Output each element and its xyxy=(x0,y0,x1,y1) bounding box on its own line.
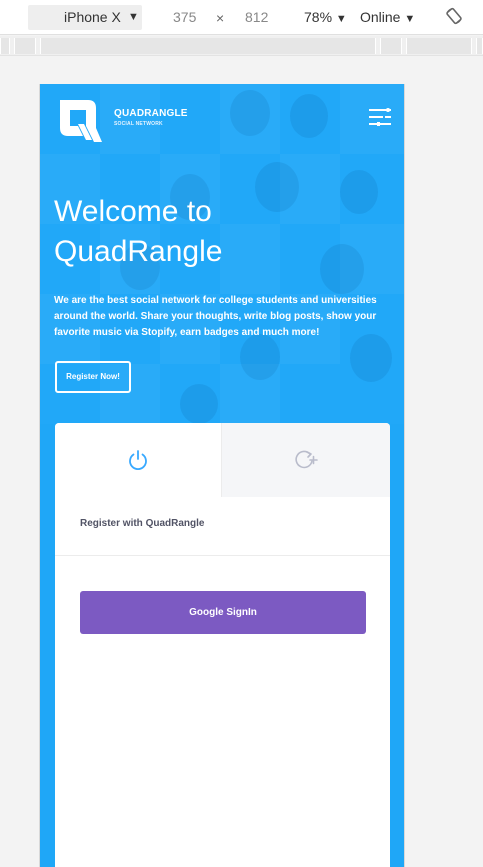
brand-name: QUADRANGLE xyxy=(114,108,188,119)
tab-register[interactable] xyxy=(222,423,390,497)
chevron-down-icon: ▼ xyxy=(404,13,416,25)
hero-title-line1: Welcome to xyxy=(54,195,212,228)
zoom-label: 78% xyxy=(304,9,333,25)
height-input[interactable]: 812 xyxy=(245,9,268,25)
device-viewport: QUADRANGLE SOCIAL NETWORK Welcome to Qua… xyxy=(39,84,405,867)
device-select[interactable]: iPhone X ▼ xyxy=(28,5,142,30)
registration-card: Register with QuadRangle Google SignIn xyxy=(55,423,390,867)
power-icon xyxy=(129,450,147,471)
card-tabs xyxy=(55,423,390,497)
device-label: iPhone X xyxy=(64,9,121,25)
chevron-down-icon: ▼ xyxy=(128,11,139,23)
google-signin-button[interactable]: Google SignIn xyxy=(80,591,366,634)
rotate-icon[interactable] xyxy=(445,7,463,25)
ruler-segment xyxy=(380,38,402,54)
brand-tagline: SOCIAL NETWORK xyxy=(114,121,163,127)
dimension-separator: × xyxy=(216,10,225,26)
devtools-toolbar: iPhone X ▼ 375 × 812 78% ▼ Online ▼ xyxy=(0,0,483,35)
media-query-ruler xyxy=(0,36,483,56)
chevron-down-icon: ▼ xyxy=(335,13,347,25)
card-heading: Register with QuadRangle xyxy=(80,518,205,529)
ruler-segment xyxy=(40,38,376,54)
ruler-segment xyxy=(14,38,36,54)
quadrangle-logo-icon[interactable] xyxy=(54,96,102,144)
ruler-segment xyxy=(0,38,10,54)
width-input[interactable]: 375 xyxy=(173,9,196,25)
refresh-plus-icon xyxy=(295,450,318,469)
menu-icon[interactable] xyxy=(369,108,391,126)
card-divider xyxy=(55,555,390,556)
hero-description: We are the best social network for colle… xyxy=(54,295,377,338)
hero-title: Welcome to QuadRangle xyxy=(54,192,354,272)
register-now-button[interactable]: Register Now! xyxy=(55,361,131,393)
ruler-segment xyxy=(406,38,472,54)
ruler-segment xyxy=(476,38,483,54)
hero-title-line2: QuadRangle xyxy=(54,235,223,268)
zoom-select[interactable]: 78% ▼ xyxy=(304,9,347,25)
tab-login[interactable] xyxy=(55,423,222,497)
network-select[interactable]: Online ▼ xyxy=(360,9,415,25)
network-label: Online xyxy=(360,9,401,25)
